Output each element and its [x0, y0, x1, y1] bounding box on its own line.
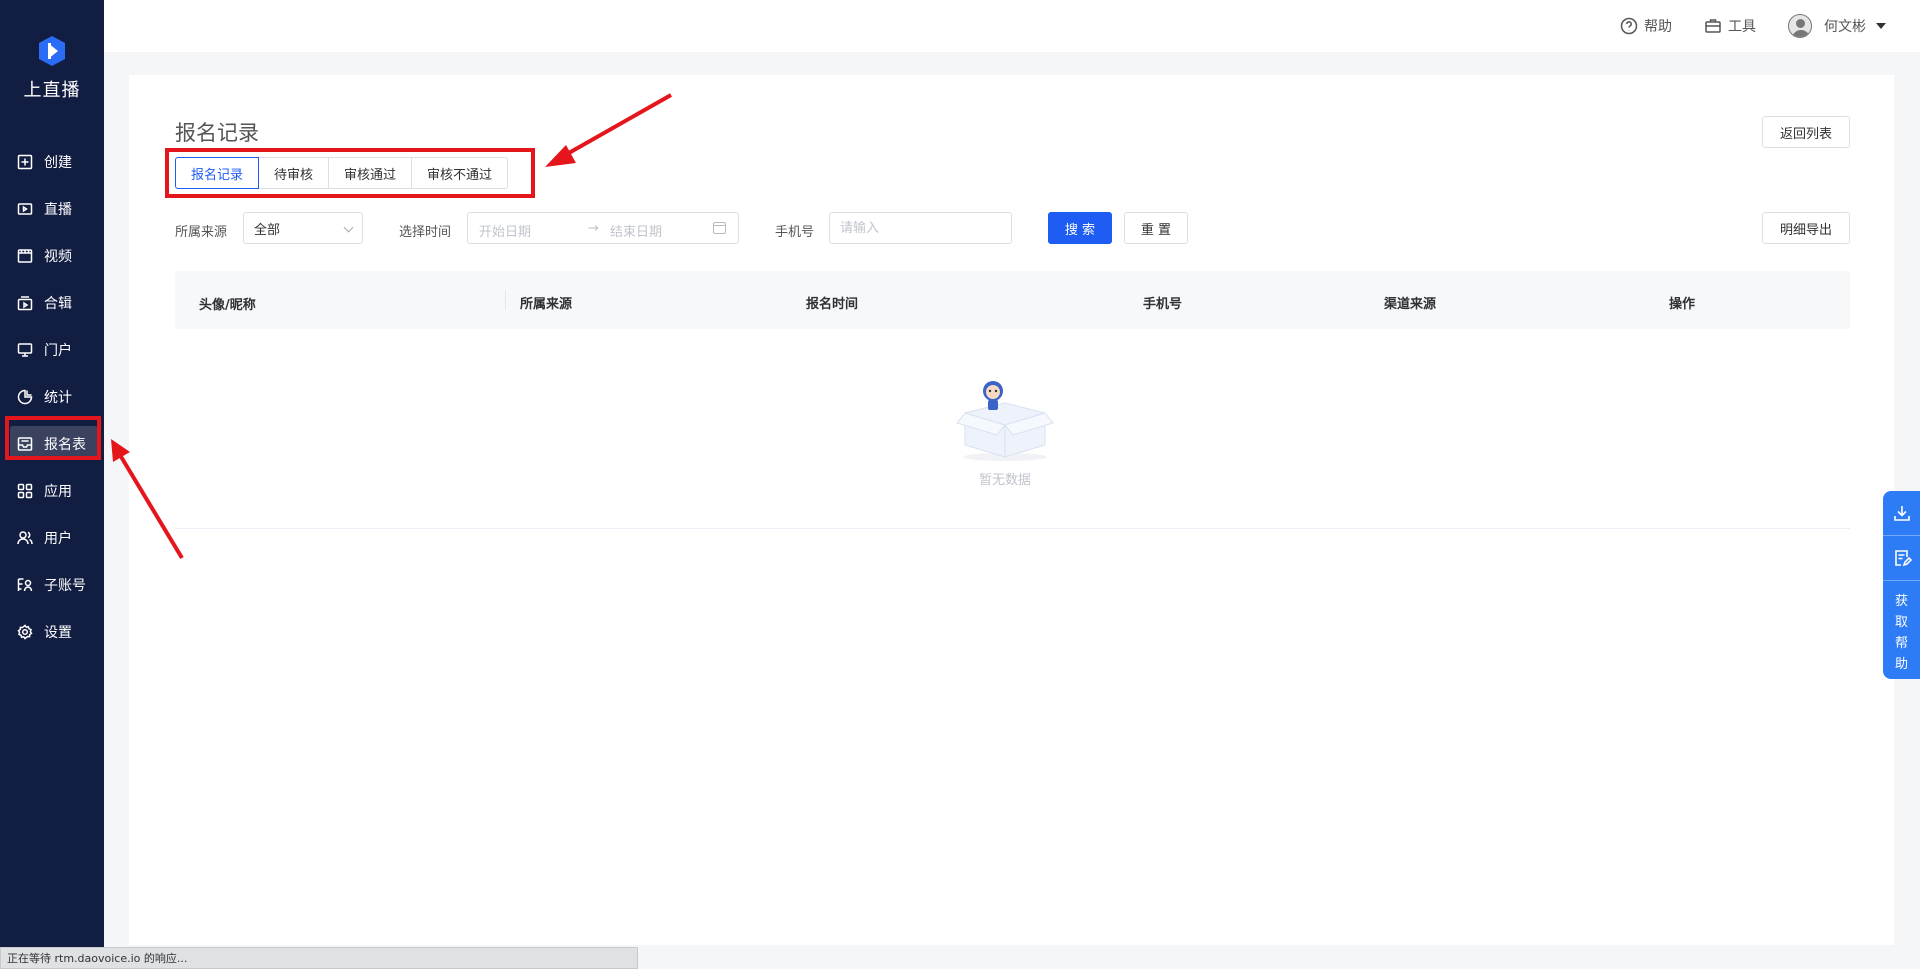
sidebar-item-video[interactable]: 视频 — [0, 232, 104, 279]
tools-link[interactable]: 工具 — [1704, 16, 1756, 36]
table-bottom-border — [175, 528, 1850, 529]
get-help-char: 助 — [1894, 657, 1908, 672]
tools-label: 工具 — [1728, 19, 1756, 35]
column-header-channel-source: 渠道来源 — [1384, 297, 1437, 312]
column-header-signup-time: 报名时间 — [806, 297, 859, 312]
column-header-source: 所属来源 — [520, 297, 573, 312]
user-menu[interactable]: 何文彬 — [1788, 14, 1886, 38]
download-button[interactable] — [1883, 491, 1920, 536]
sidebar-item-sub-accounts[interactable]: 子账号 — [0, 561, 104, 608]
search-button[interactable]: 搜 索 — [1048, 212, 1112, 244]
monitor-icon — [16, 341, 34, 359]
download-icon — [1893, 506, 1910, 521]
empty-box-icon — [956, 381, 1054, 461]
plus-square-icon — [16, 153, 34, 171]
column-header-actions: 操作 — [1669, 297, 1696, 312]
column-header-phone: 手机号 — [1143, 297, 1183, 312]
sidebar-item-label: 门户 — [44, 342, 72, 359]
edit-document-icon — [1894, 550, 1912, 567]
top-header: 帮助 工具 何文彬 — [104, 0, 1920, 52]
range-arrow-icon: → — [588, 221, 599, 236]
logo-text: 上直播 — [23, 80, 81, 101]
annotation-highlight-box — [165, 148, 535, 198]
sidebar-item-settings[interactable]: 设置 — [0, 608, 104, 655]
sidebar-item-create[interactable]: 创建 — [0, 138, 104, 185]
get-help-char: 取 — [1894, 615, 1908, 630]
main-panel: 报名记录 返回列表 报名记录 待审核 审核通过 审核不通过 所属来源 全部 选择… — [129, 75, 1894, 945]
toolbox-icon — [1705, 19, 1721, 33]
column-header-avatar-nickname: 头像/昵称 — [199, 298, 256, 313]
sidebar-item-users[interactable]: 用户 — [0, 514, 104, 561]
sidebar-item-live[interactable]: 直播 — [0, 185, 104, 232]
back-to-list-button[interactable]: 返回列表 — [1762, 116, 1850, 148]
sidebar-item-collection[interactable]: 合辑 — [0, 279, 104, 326]
video-camera-icon — [16, 200, 34, 218]
caret-down-icon — [1876, 23, 1886, 29]
get-help-button[interactable]: 获 取 帮 助 — [1883, 581, 1920, 675]
sidebar-item-label: 统计 — [44, 389, 72, 406]
empty-state: 暂无数据 — [955, 373, 1055, 488]
time-filter-label: 选择时间 — [399, 225, 452, 240]
sidebar-item-label: 视频 — [44, 248, 72, 265]
end-date-placeholder: 结束日期 — [610, 225, 663, 240]
sidebar-item-apps[interactable]: 应用 — [0, 467, 104, 514]
collection-icon — [16, 294, 34, 312]
start-date-placeholder: 开始日期 — [479, 225, 532, 240]
column-divider — [505, 290, 506, 310]
film-icon — [16, 247, 34, 265]
annotation-highlight-box — [5, 416, 101, 460]
question-circle-icon — [1620, 17, 1638, 35]
logo-icon — [39, 36, 65, 66]
sidebar-item-portal[interactable]: 门户 — [0, 326, 104, 373]
source-select-value: 全部 — [254, 222, 281, 238]
sidebar-item-label: 合辑 — [44, 295, 72, 312]
sidebar-item-label: 用户 — [44, 530, 72, 547]
users-icon — [16, 529, 34, 547]
floating-help-bar: 获 取 帮 助 — [1883, 491, 1920, 679]
export-details-button[interactable]: 明细导出 — [1762, 212, 1850, 244]
sidebar-item-label: 设置 — [44, 624, 72, 641]
phone-input[interactable] — [829, 212, 1012, 244]
sub-account-icon — [16, 576, 34, 594]
header-actions: 帮助 工具 何文彬 — [1588, 14, 1886, 38]
sidebar-nav: 创建 直播 视频 合辑 门户 统计 报名表 应用 用户 子账号 设置 — [0, 138, 104, 655]
browser-status-bar: 正在等待 rtm.daovoice.io 的响应... — [0, 947, 638, 969]
sidebar-item-label: 子账号 — [44, 577, 86, 594]
logo[interactable]: 上直播 — [0, 34, 104, 102]
table-header: 头像/昵称 所属来源 报名时间 手机号 渠道来源 操作 — [175, 271, 1850, 329]
sidebar-item-label: 创建 — [44, 154, 72, 171]
phone-filter-label: 手机号 — [775, 225, 815, 240]
apps-grid-icon — [16, 482, 34, 500]
avatar — [1788, 14, 1812, 38]
help-link[interactable]: 帮助 — [1620, 16, 1672, 36]
get-help-char: 帮 — [1894, 636, 1908, 651]
empty-state-text: 暂无数据 — [978, 473, 1031, 488]
sidebar-item-stats[interactable]: 统计 — [0, 373, 104, 420]
chevron-down-icon — [343, 222, 354, 233]
help-label: 帮助 — [1644, 19, 1672, 35]
pie-chart-icon — [16, 388, 34, 406]
source-select[interactable]: 全部 — [243, 212, 363, 244]
gear-icon — [16, 623, 34, 641]
sidebar-item-label: 应用 — [44, 483, 72, 500]
sidebar-item-label: 直播 — [44, 201, 72, 218]
calendar-icon — [713, 222, 726, 234]
sidebar: 上直播 创建 直播 视频 合辑 门户 统计 报名表 应用 用户 子账号 设置 — [0, 0, 104, 969]
user-name: 何文彬 — [1824, 19, 1866, 35]
source-filter-label: 所属来源 — [175, 225, 228, 240]
page-title: 报名记录 — [175, 121, 259, 145]
date-range-picker[interactable]: 开始日期 → 结束日期 — [467, 212, 739, 244]
reset-button[interactable]: 重 置 — [1124, 212, 1188, 244]
get-help-char: 获 — [1894, 594, 1908, 609]
feedback-button[interactable] — [1883, 536, 1920, 581]
